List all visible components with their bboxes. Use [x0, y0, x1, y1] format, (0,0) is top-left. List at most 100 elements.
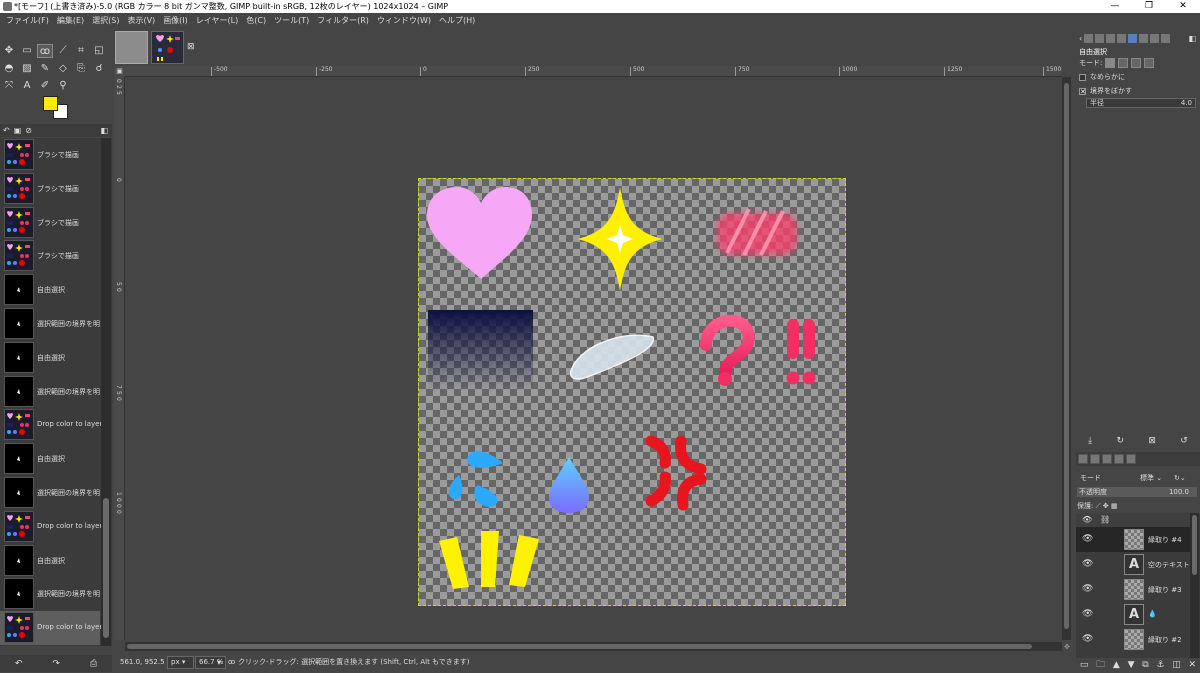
- antialias-option[interactable]: なめらかに: [1079, 72, 1125, 82]
- lock-pixels-icon[interactable]: ⟋: [1096, 502, 1103, 510]
- layer-visibility-icon[interactable]: 👁: [1082, 534, 1093, 544]
- histogram-tab-icon[interactable]: [1128, 33, 1138, 43]
- antialias-checkbox[interactable]: [1079, 73, 1086, 81]
- pointer-tab-icon[interactable]: [1106, 33, 1116, 43]
- history-item[interactable]: Drop color to layer: [0, 611, 102, 646]
- canvas-vertical-scrollbar[interactable]: [1062, 77, 1071, 640]
- zoom-select[interactable]: 66.7 %: [195, 656, 226, 669]
- menu-help[interactable]: ヘルプ(H): [435, 13, 479, 28]
- colors-tab-icon[interactable]: [1150, 33, 1160, 43]
- tool-options-tab-icon[interactable]: [1084, 33, 1094, 43]
- lock-alpha-icon[interactable]: ▦: [1111, 502, 1118, 510]
- menu-colors[interactable]: 色(C): [242, 13, 270, 28]
- navigation-tab-icon[interactable]: [1139, 33, 1149, 43]
- panel-menu-icon[interactable]: ◧: [100, 126, 108, 135]
- layers-tab-icon[interactable]: [1078, 454, 1088, 464]
- images-tab-icon[interactable]: ▣: [14, 126, 22, 135]
- vertical-scroll-thumb[interactable]: [1064, 83, 1069, 629]
- layers-scrollbar[interactable]: [1190, 513, 1199, 658]
- zoom-dropdown-icon[interactable]: ▾: [217, 653, 221, 672]
- patterns-tab-icon[interactable]: [1126, 454, 1136, 464]
- clear-history-icon[interactable]: ⎙: [90, 659, 97, 669]
- reset-options-icon[interactable]: ↺: [1180, 436, 1188, 446]
- crop-tool-icon[interactable]: ⌗: [73, 44, 89, 58]
- history-item[interactable]: 選択範囲の境界を明: [0, 476, 100, 510]
- horizontal-scroll-thumb[interactable]: [127, 644, 1032, 649]
- layer-row[interactable]: 👁 A 💧: [1076, 602, 1190, 627]
- save-options-icon[interactable]: ⤓: [1088, 436, 1092, 446]
- history-item[interactable]: 選択範囲の境界を明: [0, 577, 100, 611]
- history-item[interactable]: ブラシで描画: [0, 172, 100, 206]
- feather-checkbox[interactable]: ✕: [1079, 87, 1086, 95]
- history-item[interactable]: ブラシで描画: [0, 239, 100, 273]
- close-button[interactable]: ✕: [1166, 0, 1200, 13]
- mode-intersect-icon[interactable]: [1144, 58, 1155, 68]
- lower-layer-icon[interactable]: ▼: [1128, 660, 1135, 670]
- feather-radius-slider[interactable]: 半径 4.0: [1086, 98, 1196, 108]
- history-item[interactable]: ブラシで描画: [0, 138, 100, 172]
- layer-name[interactable]: 縁取り #3: [1148, 585, 1182, 595]
- horizontal-ruler[interactable]: -500 -250 0 250 500 750 1000 1250 1500: [125, 66, 1062, 77]
- duplicate-layer-icon[interactable]: ⧉: [1142, 660, 1148, 670]
- layer-row[interactable]: 👁 縁取り #3: [1076, 577, 1190, 602]
- raise-layer-icon[interactable]: ▲: [1113, 660, 1120, 670]
- menu-file[interactable]: ファイル(F): [2, 13, 53, 28]
- foreground-color-swatch[interactable]: [43, 96, 58, 111]
- history-item[interactable]: 自由選択: [0, 544, 100, 578]
- transform-tool-icon[interactable]: ◱: [91, 44, 107, 58]
- menu-layer[interactable]: レイヤー(L): [192, 13, 242, 28]
- delete-layer-icon[interactable]: ✕: [1189, 660, 1197, 670]
- layer-row[interactable]: 👁 縁取り #4: [1076, 527, 1190, 552]
- navigate-icon[interactable]: ✥: [1064, 643, 1070, 651]
- vertical-ruler[interactable]: 0 2 5 0 5 0 7 5 0 1 0 0 0: [114, 77, 125, 640]
- brushes-tab-icon[interactable]: ⊘: [25, 126, 32, 135]
- brushes-dock-tab-icon[interactable]: [1114, 454, 1124, 464]
- history-scrollbar[interactable]: [101, 138, 111, 646]
- menu-image[interactable]: 画像(I): [159, 13, 192, 28]
- layer-visibility-icon[interactable]: 👁: [1082, 559, 1093, 569]
- image-canvas[interactable]: [418, 178, 846, 606]
- bucket-fill-tool-icon[interactable]: ◓: [1, 62, 17, 76]
- color-picker-tool-icon[interactable]: ✐: [37, 79, 53, 93]
- channels-tab-icon[interactable]: [1090, 454, 1100, 464]
- fuzzy-select-tool-icon[interactable]: ⟋: [55, 44, 71, 58]
- mode-add-icon[interactable]: [1118, 58, 1129, 68]
- image-tab-1[interactable]: [115, 31, 148, 64]
- layers-scroll-thumb[interactable]: [1192, 515, 1197, 575]
- canvas-horizontal-scrollbar[interactable]: [125, 642, 1062, 651]
- history-item[interactable]: ブラシで描画: [0, 206, 100, 240]
- dock-menu-icon[interactable]: ◧: [1188, 34, 1196, 43]
- undo-icon[interactable]: ↶: [15, 659, 23, 669]
- undo-history-tab-icon[interactable]: ↶: [3, 126, 10, 135]
- maximize-button[interactable]: ❐: [1132, 0, 1166, 13]
- redo-icon[interactable]: ↷: [52, 659, 60, 669]
- layer-visibility-icon[interactable]: 👁: [1082, 584, 1093, 594]
- ruler-corner-button[interactable]: ▣: [114, 66, 125, 77]
- device-status-tab-icon[interactable]: [1095, 33, 1105, 43]
- history-scroll-thumb[interactable]: [103, 498, 109, 638]
- close-image-tab-icon[interactable]: ⊠: [187, 42, 195, 52]
- menu-tools[interactable]: ツール(T): [270, 13, 313, 28]
- layer-mode-extra-icon[interactable]: ↻⌄: [1174, 471, 1186, 485]
- text-tool-icon[interactable]: A: [19, 79, 35, 93]
- layer-opacity-slider[interactable]: 不透明度 100.0: [1077, 487, 1197, 497]
- move-tool-icon[interactable]: ✥: [1, 44, 17, 58]
- dock-collapse-icon[interactable]: ‹: [1079, 34, 1082, 43]
- history-item[interactable]: 選択範囲の境界を明: [0, 307, 100, 341]
- canvas-area[interactable]: [125, 77, 1062, 640]
- smudge-tool-icon[interactable]: ☌: [91, 62, 107, 76]
- feather-option[interactable]: ✕ 境界をぼかす: [1079, 86, 1132, 96]
- delete-options-icon[interactable]: ⊠: [1148, 436, 1156, 446]
- menu-select[interactable]: 選択(S): [88, 13, 123, 28]
- history-item[interactable]: 自由選択: [0, 341, 100, 375]
- history-item[interactable]: 選択範囲の境界を明: [0, 375, 100, 409]
- anchor-layer-icon[interactable]: ⚓: [1156, 660, 1164, 670]
- menu-filters[interactable]: フィルター(R): [313, 13, 373, 28]
- paths-tool-icon[interactable]: ⤧: [1, 79, 17, 93]
- menu-view[interactable]: 表示(V): [123, 13, 159, 28]
- minimize-button[interactable]: —: [1098, 0, 1132, 13]
- image-tab-2[interactable]: [151, 31, 184, 64]
- layer-mode-select[interactable]: 標準 ⌄: [1140, 471, 1162, 485]
- lock-position-icon[interactable]: ✥: [1103, 502, 1111, 510]
- mode-subtract-icon[interactable]: [1131, 58, 1142, 68]
